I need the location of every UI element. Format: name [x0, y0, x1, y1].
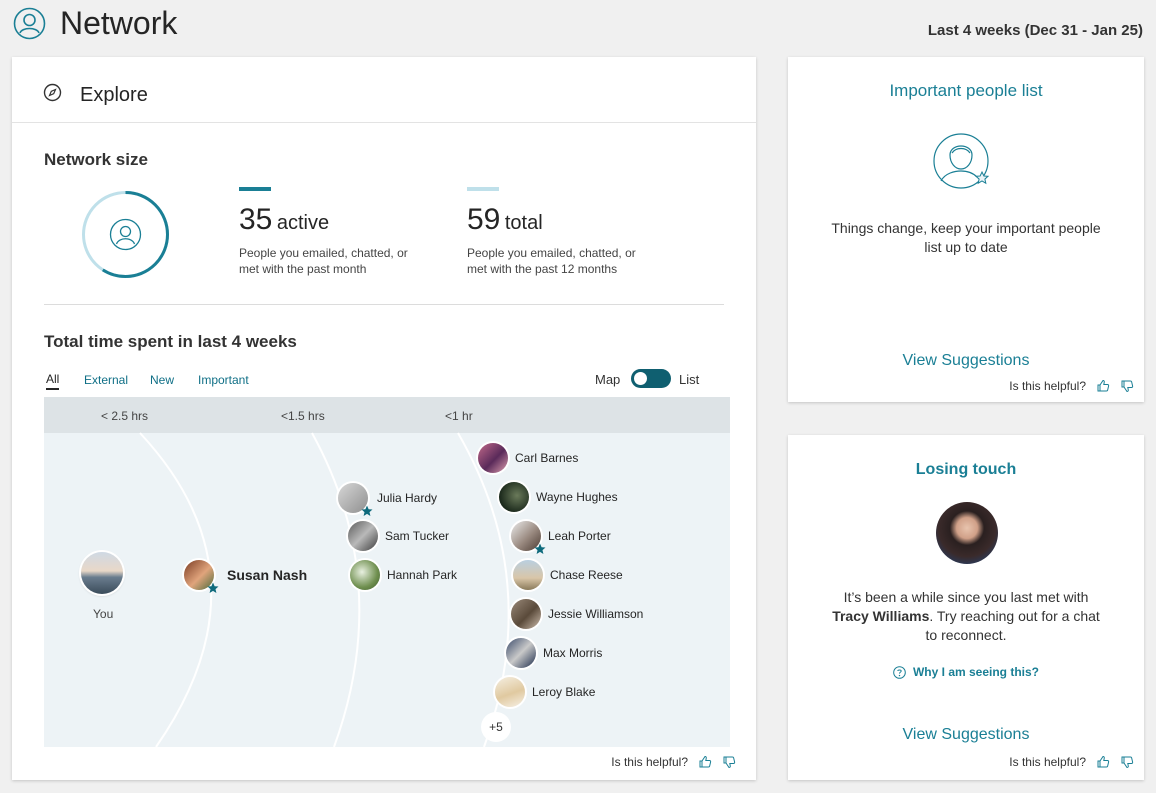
- page-title: Network: [60, 5, 178, 41]
- contact-name: Tracy Williams: [832, 608, 930, 624]
- help-circle-icon: [893, 665, 906, 679]
- thumbs-down-icon[interactable]: [722, 755, 736, 769]
- toggle-map-label: Map: [595, 372, 621, 387]
- thumbs-up-icon[interactable]: [1096, 379, 1110, 393]
- avatar: [184, 560, 219, 593]
- desc-text-end: . Try reaching out for a chat to reconne…: [925, 608, 1100, 643]
- star-icon: [361, 505, 373, 516]
- explore-title: Explore: [80, 84, 148, 106]
- tab-all[interactable]: All: [46, 372, 60, 390]
- person-star-icon: [933, 131, 993, 191]
- person-name: Max Morris: [543, 646, 603, 660]
- helpful-feedback: Is this helpful?: [1009, 379, 1134, 393]
- person-name: Susan Nash: [227, 567, 308, 583]
- important-view-suggestions-button[interactable]: View Suggestions: [788, 352, 1144, 370]
- network-size-ring: [81, 190, 170, 279]
- map-list-toggle[interactable]: [631, 369, 671, 388]
- helpful-label: Is this helpful?: [611, 755, 688, 769]
- network-logo-icon: [13, 7, 46, 40]
- person-name: Carl Barnes: [515, 451, 579, 465]
- star-icon: [534, 543, 546, 554]
- person-max-morris[interactable]: Max Morris: [506, 638, 602, 668]
- person-sam-tucker[interactable]: Sam Tucker: [348, 521, 449, 551]
- avatar: [495, 677, 525, 707]
- total-count-number: 59: [467, 203, 501, 236]
- compass-icon: [43, 83, 62, 102]
- tab-external[interactable]: External: [84, 373, 128, 387]
- you-label: You: [93, 607, 114, 621]
- losing-touch-card: Losing touch It’s been a while since you…: [788, 435, 1144, 780]
- thumbs-up-icon[interactable]: [698, 755, 712, 769]
- person-wayne-hughes[interactable]: Wayne Hughes: [499, 482, 618, 512]
- toggle-list-label: List: [679, 372, 700, 387]
- thumbs-down-icon[interactable]: [1120, 379, 1134, 393]
- person-name: Leroy Blake: [532, 685, 596, 699]
- losing-touch-desc: It’s been a while since you last met wit…: [826, 588, 1106, 645]
- network-map: < 2.5 hrs <1.5 hrs <1 hr You Susan Nash …: [44, 397, 730, 747]
- person-susan-nash[interactable]: Susan Nash: [184, 560, 308, 593]
- person-name: Leah Porter: [548, 529, 611, 543]
- helpful-feedback: Is this helpful?: [1009, 755, 1134, 769]
- person-name: Sam Tucker: [385, 529, 450, 543]
- desc-text: It’s been a while since you last met wit…: [843, 589, 1089, 605]
- explore-header: Explore: [12, 57, 756, 123]
- avatar: [511, 521, 546, 554]
- important-people-title: Important people list: [889, 81, 1043, 100]
- person-name: Jessie Williamson: [548, 607, 644, 621]
- star-icon: [207, 582, 219, 593]
- avatar: [513, 560, 543, 590]
- divider: [44, 304, 724, 305]
- helpful-feedback: Is this helpful?: [611, 755, 736, 769]
- total-bar-marker: [467, 187, 499, 191]
- avatar: [506, 638, 536, 668]
- person-carl-barnes[interactable]: Carl Barnes: [478, 443, 578, 473]
- network-size-title: Network size: [44, 150, 148, 169]
- date-range: Last 4 weeks (Dec 31 - Jan 25): [927, 22, 1143, 39]
- you-avatar[interactable]: [81, 552, 123, 594]
- important-people-card: Important people list Things change, kee…: [788, 57, 1144, 402]
- person-name: Chase Reese: [550, 568, 623, 582]
- person-chase-reese[interactable]: Chase Reese: [513, 560, 623, 590]
- person-leroy-blake[interactable]: Leroy Blake: [495, 677, 595, 707]
- active-count: 35 active: [239, 203, 329, 237]
- avatar: [499, 482, 529, 512]
- important-people-desc: Things change, keep your important peopl…: [831, 220, 1101, 255]
- person-julia-hardy[interactable]: Julia Hardy: [338, 483, 438, 516]
- total-desc: People you emailed, chatted, or met with…: [467, 246, 636, 276]
- toggle-knob: [634, 372, 647, 385]
- avatar: [511, 599, 541, 629]
- avatar: [350, 560, 380, 590]
- active-count-number: 35: [239, 203, 273, 236]
- avatar: [338, 483, 373, 516]
- total-count-label: total: [504, 212, 543, 234]
- avatar: [348, 521, 378, 551]
- person-hannah-park[interactable]: Hannah Park: [350, 560, 457, 590]
- thumbs-up-icon[interactable]: [1096, 755, 1110, 769]
- helpful-label: Is this helpful?: [1009, 755, 1086, 769]
- avatar: [478, 443, 508, 473]
- thumbs-down-icon[interactable]: [1120, 755, 1134, 769]
- explore-card: Explore Network size 35 active People yo…: [12, 57, 756, 780]
- losing-touch-title: Losing touch: [915, 461, 1017, 478]
- active-count-label: active: [276, 212, 330, 234]
- why-seeing-this-link[interactable]: Why I am seeing this?: [788, 665, 1144, 679]
- person-name: Hannah Park: [387, 568, 458, 582]
- time-spent-title: Total time spent in last 4 weeks: [44, 332, 297, 351]
- more-people-button[interactable]: +5: [481, 712, 511, 742]
- tab-important[interactable]: Important: [198, 373, 249, 387]
- active-bar-marker: [239, 187, 271, 191]
- person-name: Julia Hardy: [377, 491, 438, 505]
- active-desc: People you emailed, chatted, or met with…: [239, 246, 408, 276]
- tracy-avatar[interactable]: [936, 502, 998, 564]
- tab-new[interactable]: New: [150, 373, 174, 387]
- total-count: 59 total: [467, 203, 543, 237]
- person-jessie-williamson[interactable]: Jessie Williamson: [511, 599, 643, 629]
- why-label: Why I am seeing this?: [912, 665, 1040, 679]
- losing-view-suggestions-button[interactable]: View Suggestions: [788, 726, 1144, 744]
- person-name: Wayne Hughes: [536, 490, 618, 504]
- person-leah-porter[interactable]: Leah Porter: [511, 521, 611, 554]
- helpful-label: Is this helpful?: [1009, 379, 1086, 393]
